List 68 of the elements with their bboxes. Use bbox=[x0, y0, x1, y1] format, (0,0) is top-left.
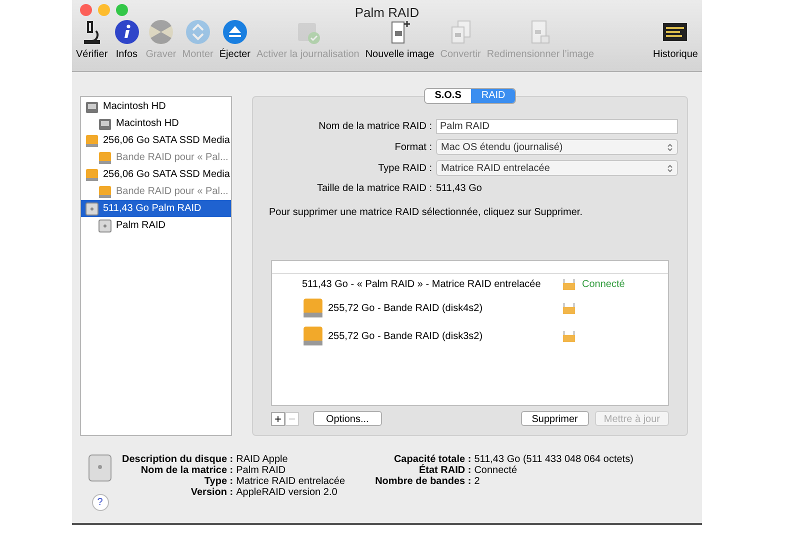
field-label: Nom de la matrice RAID : bbox=[318, 120, 432, 134]
sidebar-item[interactable]: Macintosh HD bbox=[81, 115, 231, 132]
help-button[interactable]: ? bbox=[92, 494, 108, 511]
drive-slot-icon bbox=[562, 330, 576, 342]
name-field[interactable]: Palm RAID bbox=[436, 119, 678, 134]
info-icon bbox=[114, 19, 140, 45]
format-dropdown[interactable]: Mac OS étendu (journalisé) bbox=[436, 139, 678, 155]
chevrons-icon bbox=[667, 164, 673, 172]
sidebar-item[interactable]: 256,06 Go SATA SSD Media bbox=[81, 166, 231, 183]
options-button[interactable]: Options... bbox=[313, 411, 382, 426]
toolbar-button[interactable]: Vérifier bbox=[76, 19, 108, 62]
status-text: Connecté bbox=[582, 278, 625, 292]
info-value: AppleRAID version 2.0 bbox=[236, 487, 338, 498]
sidebar-item[interactable]: Bande RAID pour « Pal... bbox=[81, 149, 231, 166]
field-label: Format : bbox=[394, 140, 432, 154]
info-label: État RAID : bbox=[418, 465, 472, 476]
drive-icon bbox=[302, 325, 324, 347]
zoom-button[interactable] bbox=[116, 4, 128, 16]
toolbar-button[interactable]: Éjecter bbox=[219, 19, 250, 62]
sidebar-item[interactable]: Macintosh HD bbox=[81, 98, 231, 115]
info-value: RAID Apple bbox=[236, 454, 289, 465]
info-label: Version : bbox=[190, 487, 234, 498]
drive-icon bbox=[98, 150, 112, 164]
toolbar-button[interactable]: Historique bbox=[652, 19, 698, 62]
info-value: 511,43 Go (511 433 048 064 octets) bbox=[474, 454, 634, 465]
toolbar-button[interactable]: Nouvelle image bbox=[365, 19, 434, 62]
info-value: Connecté bbox=[474, 465, 518, 476]
info-value: 2 bbox=[474, 476, 481, 487]
drive-icon bbox=[98, 218, 112, 232]
drive-slot-icon bbox=[562, 278, 576, 290]
minimize-button[interactable] bbox=[98, 4, 110, 16]
raid-set-label: 511,43 Go - « Palm RAID » - Matrice RAID entrelacée bbox=[302, 278, 542, 292]
drive-icon bbox=[85, 100, 99, 114]
drive-icon bbox=[98, 184, 112, 198]
size-value: 511,43 Go bbox=[436, 182, 483, 196]
delete-button[interactable]: Supprimer bbox=[520, 411, 589, 426]
sidebar-item[interactable]: 511,43 Go Palm RAID bbox=[81, 200, 231, 217]
eject-icon bbox=[222, 19, 248, 45]
field-label: Taille de la matrice RAID : bbox=[316, 182, 432, 196]
drive-icon bbox=[85, 168, 99, 182]
type-dropdown[interactable]: Matrice RAID entrelacée bbox=[436, 160, 678, 176]
sidebar-item[interactable]: Bande RAID pour « Pal... bbox=[81, 183, 231, 200]
sidebar-item[interactable]: 256,06 Go SATA SSD Media bbox=[81, 132, 231, 149]
info-label: Capacité totale : bbox=[392, 454, 472, 465]
up-down-icon bbox=[184, 19, 211, 45]
info-value: Palm RAID bbox=[236, 465, 287, 476]
drive-icon bbox=[85, 202, 99, 216]
info-label: Type : bbox=[203, 476, 234, 487]
field-label: Type RAID : bbox=[377, 162, 432, 176]
info-label: Nombre de bandes : bbox=[375, 476, 472, 487]
info-value: Matrice RAID entrelacée bbox=[236, 476, 346, 487]
drive-slot-icon bbox=[562, 302, 576, 314]
drive-icon bbox=[302, 297, 324, 319]
info-label: Nom de la matrice : bbox=[140, 465, 234, 476]
drive-icon bbox=[85, 134, 99, 148]
raid-member-label: 255,72 Go - Bande RAID (disk4s2) bbox=[328, 302, 484, 316]
radiation-icon bbox=[148, 19, 174, 45]
info-label: Description du disque : bbox=[122, 454, 234, 465]
sidebar-item[interactable]: Palm RAID bbox=[81, 217, 231, 234]
raid-member-label: 255,72 Go - Bande RAID (disk3s2) bbox=[328, 330, 484, 344]
add-button[interactable]: + bbox=[271, 412, 285, 426]
toolbar-button[interactable]: Infos bbox=[114, 19, 140, 62]
drive-icon bbox=[88, 454, 112, 482]
close-button[interactable] bbox=[80, 4, 92, 16]
window-title: Palm RAID bbox=[354, 4, 420, 22]
drive-icon bbox=[98, 116, 112, 130]
chevrons-icon bbox=[667, 142, 673, 152]
hint-text: Pour supprimer une matrice RAID sélectionnée, cliquez sur Supprimer. bbox=[269, 206, 582, 220]
